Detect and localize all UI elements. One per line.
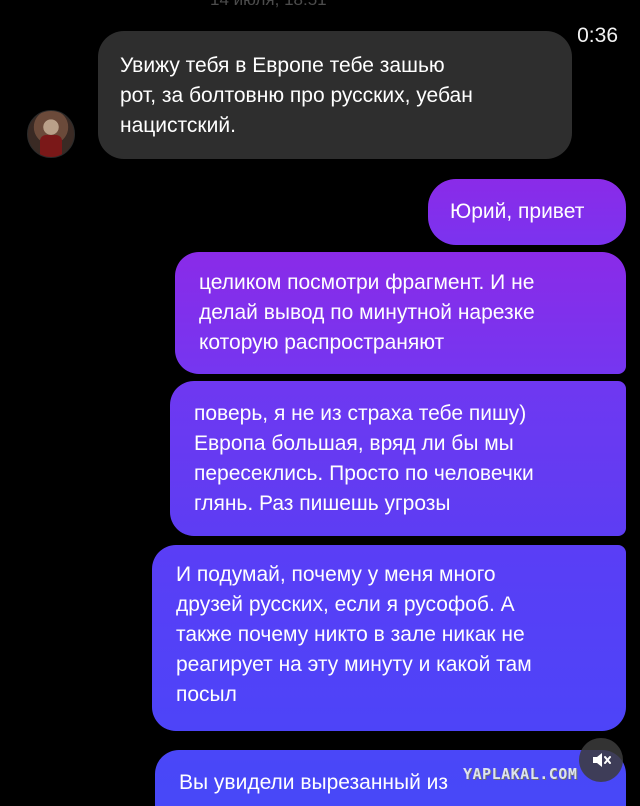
speaker-muted-icon-glyph <box>593 753 611 767</box>
outgoing-message-bubble[interactable]: И подумай, почему у меня много друзей ру… <box>152 545 626 731</box>
video-timer: 0:36 <box>577 24 618 47</box>
outgoing-message-bubble[interactable]: целиком посмотри фрагмент. И не делай вы… <box>175 252 626 374</box>
chat-screen: 14 июля, 18:51 0:36 Увижу тебя в Европе … <box>0 0 640 806</box>
outgoing-message-bubble[interactable]: Юрий, привет <box>428 179 626 245</box>
incoming-message-bubble[interactable]: Увижу тебя в Европе тебе зашью рот, за б… <box>98 31 572 159</box>
speaker-muted-icon[interactable] <box>579 738 623 782</box>
contact-avatar[interactable] <box>27 110 75 158</box>
outgoing-message-bubble[interactable]: поверь, я не из страха тебе пишу) Европа… <box>170 381 626 536</box>
watermark-logo: YAPLAKAL.COM <box>463 765 578 783</box>
date-separator: 14 июля, 18:51 <box>210 0 327 10</box>
